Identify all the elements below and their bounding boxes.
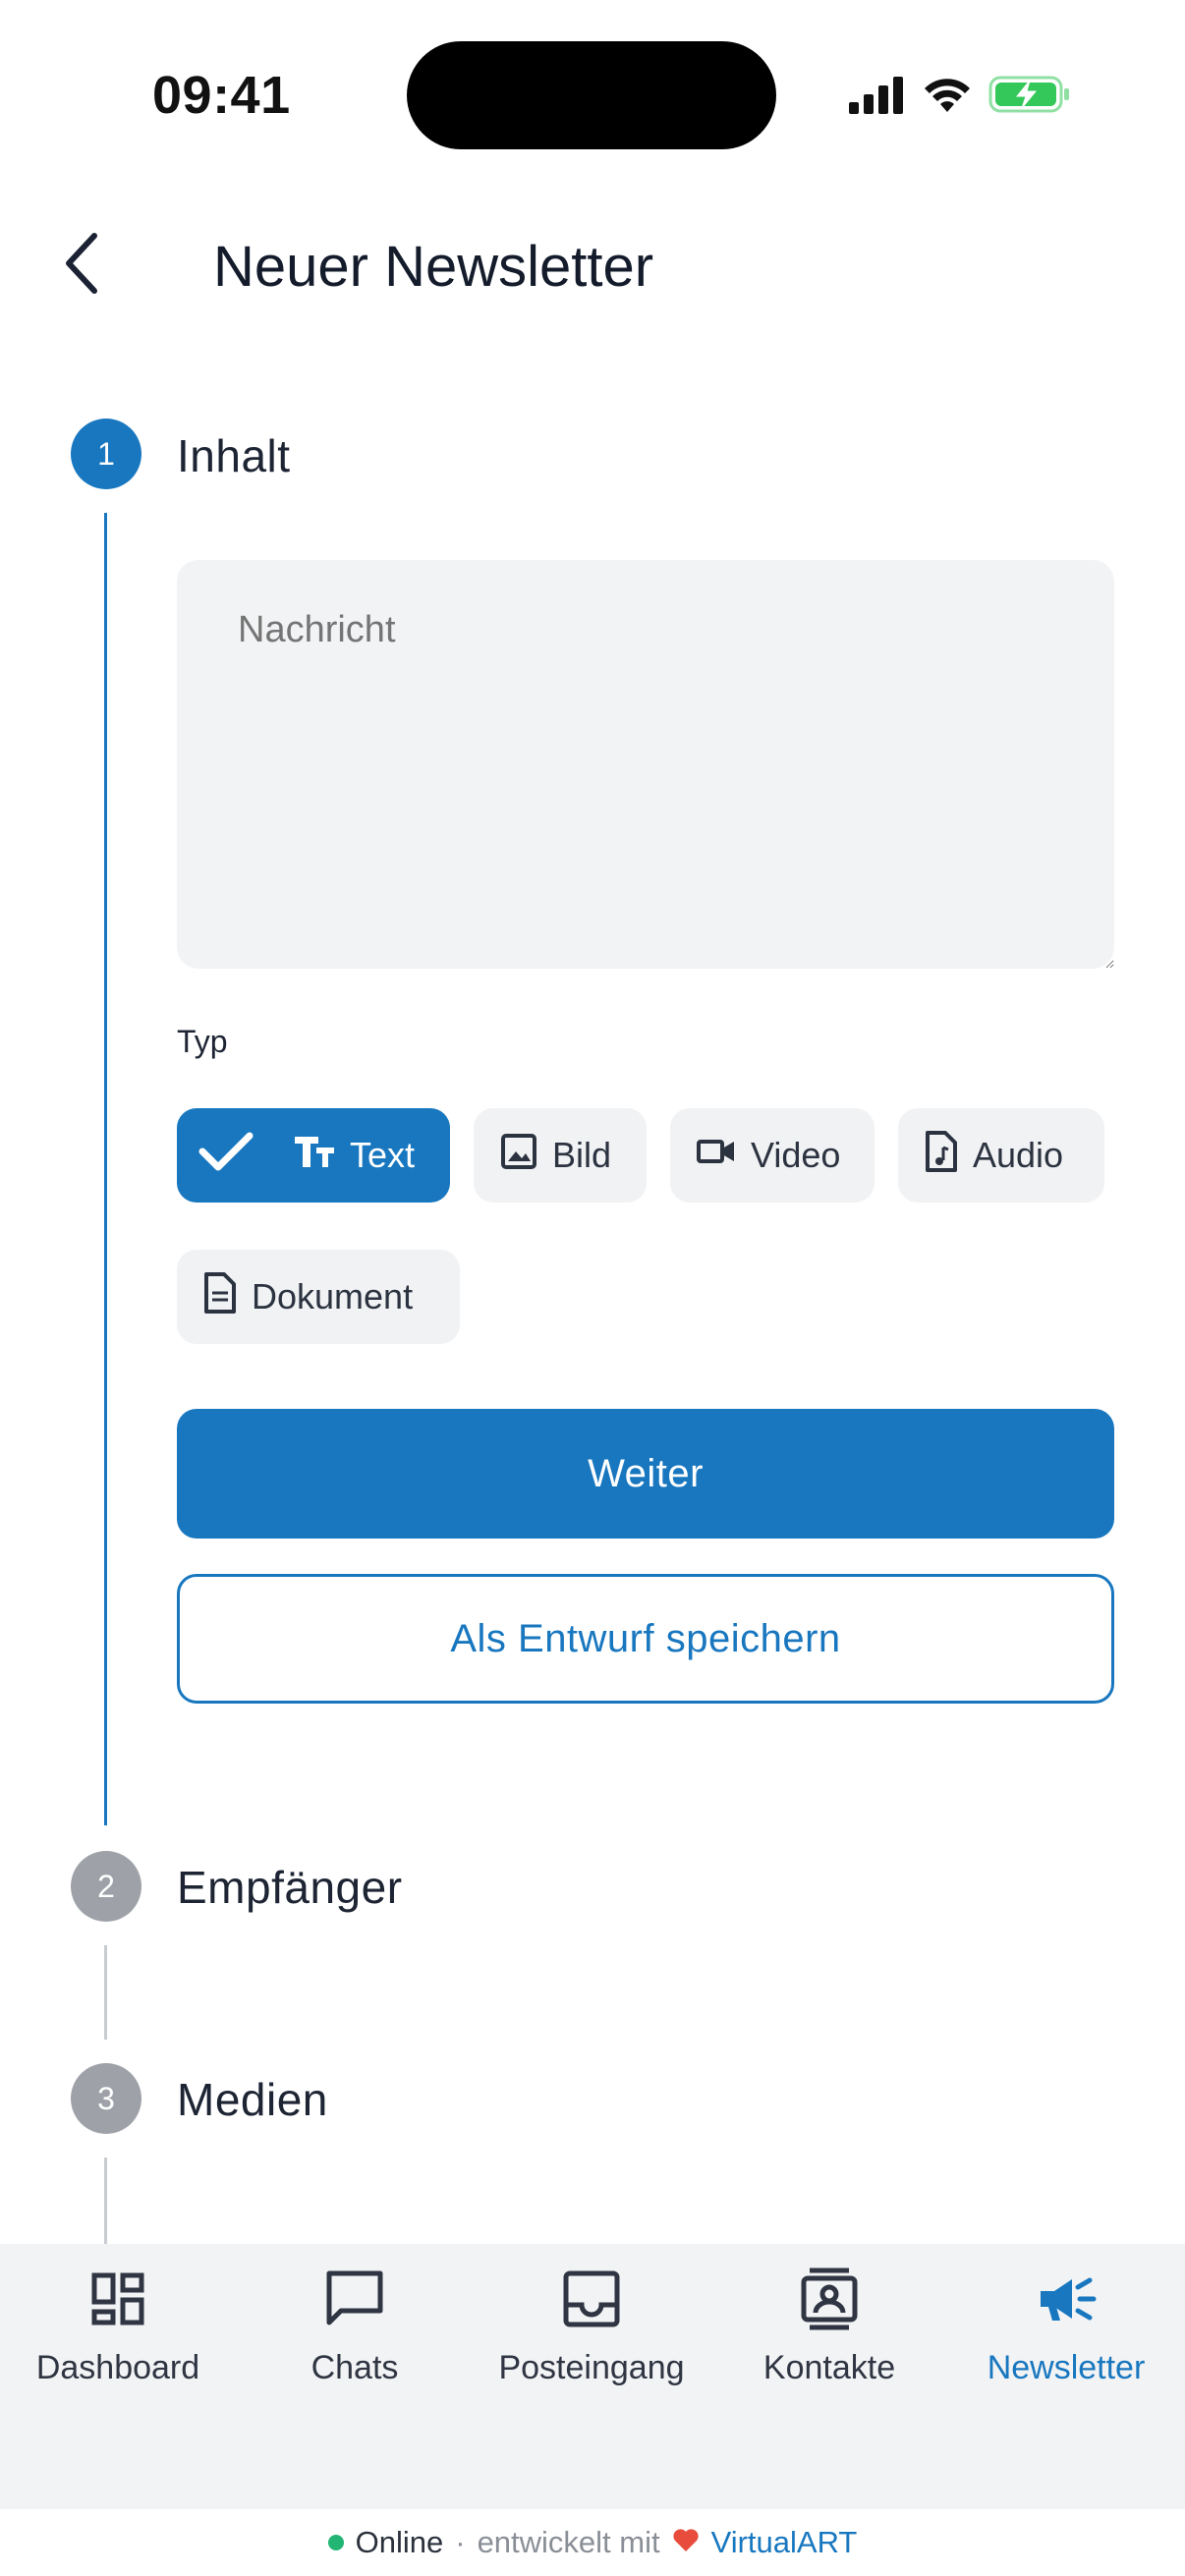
save-draft-button[interactable]: Als Entwurf speichern (177, 1574, 1114, 1704)
type-chip-label: Text (350, 1135, 416, 1175)
image-icon (499, 1132, 538, 1180)
type-chip-text[interactable]: Text (177, 1108, 450, 1203)
nav-label: Posteingang (498, 2349, 685, 2386)
step-3-connector (104, 2157, 107, 2244)
battery-charging-icon (988, 75, 1071, 119)
nav-inbox[interactable]: Posteingang (474, 2268, 709, 2387)
step-3-label[interactable]: Medien (177, 2073, 328, 2126)
audio-file-icon (924, 1130, 959, 1182)
step-2-label[interactable]: Empfänger (177, 1861, 403, 1914)
nav-label: Newsletter (987, 2349, 1146, 2386)
online-status-dot (327, 2535, 344, 2550)
type-chip-audio[interactable]: Audio (898, 1108, 1104, 1203)
nav-contacts[interactable]: Kontakte (711, 2268, 947, 2387)
document-icon (202, 1271, 238, 1323)
footer: Online · entwickelt mit VirtualART (0, 2509, 1185, 2576)
step-3-indicator[interactable]: 3 (71, 2063, 141, 2134)
type-chip-label: Dokument (252, 1276, 414, 1316)
contacts-icon (798, 2268, 861, 2335)
dashboard-icon (86, 2268, 149, 2335)
status-time: 09:41 (152, 66, 291, 125)
next-button[interactable]: Weiter (177, 1409, 1114, 1539)
nav-dashboard[interactable]: Dashboard (0, 2268, 236, 2387)
text-format-icon (293, 1134, 336, 1178)
step-2-connector (104, 1945, 107, 2040)
type-chip-label: Audio (973, 1135, 1064, 1175)
page-title: Neuer Newsletter (213, 235, 654, 299)
inbox-icon (560, 2268, 623, 2335)
type-chip-image[interactable]: Bild (474, 1108, 647, 1203)
step-1-indicator[interactable]: 1 (71, 419, 141, 489)
type-label: Typ (177, 1024, 228, 1059)
online-status-text: Online (355, 2525, 444, 2559)
megaphone-icon (1035, 2268, 1098, 2335)
type-chip-document[interactable]: Dokument (177, 1250, 460, 1344)
type-chip-video[interactable]: Video (670, 1108, 875, 1203)
chevron-left-icon (63, 232, 102, 300)
bottom-navigation: Dashboard Chats Posteingang Kontakte New… (0, 2244, 1185, 2509)
type-chip-label: Video (751, 1135, 841, 1175)
chat-icon (323, 2268, 386, 2335)
step-2-indicator[interactable]: 2 (71, 1851, 141, 1922)
developed-with-text: entwickelt mit (477, 2525, 660, 2559)
cellular-signal-icon (847, 75, 906, 119)
checkmark-icon (198, 1130, 254, 1182)
step-1-connector (104, 513, 107, 1825)
footer-separator: · (455, 2525, 466, 2559)
nav-label: Dashboard (35, 2349, 200, 2386)
video-icon (696, 1134, 737, 1178)
message-input[interactable] (177, 560, 1114, 969)
status-icons (847, 71, 1071, 122)
dynamic-island (407, 41, 776, 149)
back-button[interactable] (53, 228, 112, 303)
step-1-label[interactable]: Inhalt (177, 429, 291, 482)
nav-chats[interactable]: Chats (237, 2268, 473, 2387)
brand-link[interactable]: VirtualART (711, 2525, 858, 2560)
type-chip-label: Bild (552, 1135, 612, 1175)
heart-icon (672, 2525, 700, 2560)
nav-label: Kontakte (762, 2349, 896, 2386)
wifi-icon (922, 75, 973, 119)
nav-label: Chats (310, 2349, 399, 2386)
nav-newsletter[interactable]: Newsletter (948, 2268, 1184, 2387)
